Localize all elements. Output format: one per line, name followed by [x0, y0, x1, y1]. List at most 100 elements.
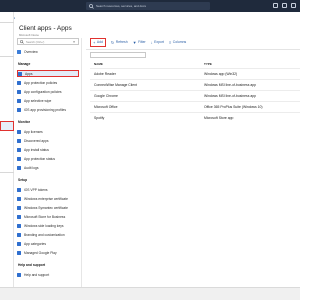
nav-item-microsoft-store-for-business[interactable]: Microsoft Store for Business	[17, 213, 79, 220]
nav-item-label: Windows enterprise certificate	[24, 196, 68, 201]
table-row[interactable]: Spotify Microsoft Store app	[90, 112, 300, 123]
app-name[interactable]: Spotify	[94, 116, 104, 120]
nav-item-label: Audit logs	[24, 165, 39, 170]
audit-log-icon	[17, 165, 21, 170]
nav-item-app-protection-status[interactable]: App protection status	[17, 155, 79, 162]
cloud-shell-icon[interactable]	[273, 3, 278, 8]
columns-button-label: Columns	[172, 40, 187, 44]
app-type: Windows MSI line-of-business app	[204, 94, 257, 98]
wipe-icon	[17, 98, 21, 103]
token-icon	[17, 187, 21, 192]
nav-section-setup: Setup	[18, 178, 28, 182]
plus-icon: +	[93, 39, 96, 45]
table-row[interactable]: Adobe Reader Windows app (Win32)	[90, 68, 300, 79]
discovered-apps-icon	[17, 138, 21, 143]
notifications-icon[interactable]	[282, 3, 287, 8]
portal-top-bar: Search resources, services, and docs	[0, 0, 300, 12]
nav-item-label: App install status	[24, 147, 49, 152]
collapse-chevron-icon[interactable]: «	[73, 39, 75, 44]
nav-item-windows-side-loading-keys[interactable]: Windows side loading keys	[17, 222, 79, 229]
global-search-input[interactable]: Search resources, services, and docs	[86, 2, 210, 10]
store-icon	[17, 214, 21, 219]
app-type: Windows app (Win32)	[204, 72, 238, 76]
nav-search-input[interactable]: Search (Ctrl+/)	[17, 38, 79, 45]
nav-item-branding-and-customization[interactable]: Branding and customization	[17, 231, 79, 238]
apps-grid-icon	[18, 71, 22, 76]
nav-item-app-selective-wipe[interactable]: App selective wipe	[17, 97, 79, 104]
previous-blade-selected-item[interactable]	[0, 121, 14, 131]
window-bottom-edge	[0, 287, 300, 300]
nav-section-manage: Manage	[18, 62, 31, 66]
nav-item-label: Windows side loading keys	[24, 223, 64, 228]
search-icon	[89, 3, 94, 9]
app-name[interactable]: Adobe Reader	[94, 72, 116, 76]
page-title: Client apps - Apps	[19, 25, 72, 32]
page-subtitle: Microsoft Intune	[19, 33, 39, 37]
apps-search-input[interactable]	[90, 52, 146, 58]
nav-item-label: App licenses	[24, 129, 43, 134]
nav-item-app-licenses[interactable]: App licenses	[17, 128, 79, 135]
nav-item-overview[interactable]: Overview	[17, 48, 79, 55]
categories-icon	[17, 241, 21, 246]
divider	[0, 56, 14, 57]
nav-item-apps[interactable]: Apps	[17, 70, 79, 77]
refresh-button[interactable]: ↻ Refresh	[111, 40, 128, 45]
filter-button-label: Filter	[138, 40, 146, 44]
divider	[0, 22, 14, 23]
export-button-label: Export	[154, 40, 164, 44]
columns-button[interactable]: ≡ Columns	[169, 40, 186, 45]
nav-section-help: Help and support	[18, 263, 46, 267]
add-button-label: Add	[96, 40, 103, 44]
nav-item-windows-enterprise-certificate[interactable]: Windows enterprise certificate	[17, 195, 79, 202]
license-icon	[17, 129, 21, 134]
app-name[interactable]: Google Chrome	[94, 94, 118, 98]
nav-item-label: Managed Google Play	[24, 250, 57, 255]
install-status-icon	[17, 147, 21, 152]
protection-status-icon	[17, 156, 21, 161]
nav-item-app-install-status[interactable]: App install status	[17, 146, 79, 153]
nav-item-label: Microsoft Store for Business	[24, 214, 66, 219]
app-type: Office 365 ProPlus Suite (Windows 10)	[204, 105, 263, 109]
nav-item-help-and-support[interactable]: Help and support	[17, 271, 79, 278]
nav-item-windows-symantec-certificate[interactable]: Windows Symantec certificate	[17, 204, 79, 211]
nav-search-placeholder: Search (Ctrl+/)	[26, 39, 45, 44]
nav-item-app-protection-policies[interactable]: App protection policies	[17, 79, 79, 86]
nav-item-managed-google-play[interactable]: Managed Google Play	[17, 249, 79, 256]
column-header-type[interactable]: TYPE	[204, 62, 212, 66]
refresh-icon: ↻	[110, 39, 115, 45]
configuration-icon	[17, 89, 21, 94]
nav-item-label: Help and support	[24, 272, 50, 277]
nav-item-app-categories[interactable]: App categories	[17, 240, 79, 247]
table-row[interactable]: ConnectWise Manage Client Windows MSI li…	[90, 79, 300, 90]
app-type: Windows MSI line-of-business app	[204, 83, 257, 87]
overview-icon	[17, 49, 21, 54]
profile-icon	[17, 107, 21, 112]
nav-item-label: App protection policies	[24, 80, 58, 85]
app-type: Microsoft Store app	[204, 116, 234, 120]
filter-button[interactable]: ▼ Filter	[133, 40, 146, 45]
nav-item-label: App selective wipe	[24, 98, 52, 103]
nav-item-ios-app-provisioning-profiles[interactable]: iOS app provisioning profiles	[17, 106, 79, 113]
table-row[interactable]: Microsoft Office Office 365 ProPlus Suit…	[90, 101, 300, 112]
nav-item-label: Windows Symantec certificate	[24, 205, 68, 210]
app-name[interactable]: ConnectWise Manage Client	[94, 83, 137, 87]
table-row[interactable]: Google Chrome Windows MSI line-of-busine…	[90, 90, 300, 101]
google-play-icon	[17, 250, 21, 255]
divider	[86, 49, 300, 50]
nav-item-label: iOS VPP tokens	[24, 187, 48, 192]
column-header-name[interactable]: NAME	[94, 62, 103, 66]
app-name[interactable]: Microsoft Office	[94, 105, 118, 109]
nav-item-label: Discovered apps	[24, 138, 49, 143]
nav-item-label: App categories	[24, 241, 46, 246]
add-button[interactable]: + Add	[90, 37, 106, 47]
nav-item-ios-vpp-tokens[interactable]: iOS VPP tokens	[17, 186, 79, 193]
shield-icon	[17, 80, 21, 85]
export-button[interactable]: ↓ Export	[151, 40, 164, 45]
download-icon: ↓	[150, 39, 153, 45]
nav-item-discovered-apps[interactable]: Discovered apps	[17, 137, 79, 144]
settings-icon[interactable]	[291, 3, 296, 8]
certificate-icon	[17, 205, 21, 210]
nav-item-audit-logs[interactable]: Audit logs	[17, 164, 79, 171]
nav-item-app-configuration-policies[interactable]: App configuration policies	[17, 88, 79, 95]
filter-icon: ▼	[132, 39, 137, 45]
